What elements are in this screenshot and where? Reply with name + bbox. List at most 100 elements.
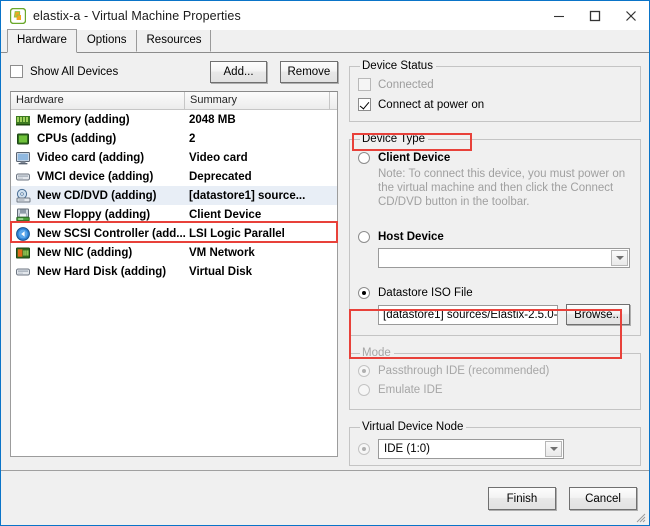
table-row[interactable]: Video card (adding) Video card [11, 148, 337, 167]
hardware-summary: [datastore1] source... [189, 189, 306, 202]
browse-button[interactable]: Browse... [566, 304, 630, 325]
hardware-summary: LSI Logic Parallel [189, 227, 285, 240]
table-row[interactable]: New Hard Disk (adding) Virtual Disk [11, 262, 337, 281]
virtual-device-node-radio-dot[interactable] [358, 443, 370, 455]
datastore-iso-radio[interactable]: Datastore ISO File [358, 287, 632, 299]
table-row[interactable]: New Floppy (adding) Client Device [11, 205, 337, 224]
connected-box [358, 78, 371, 91]
hardware-summary: VM Network [189, 246, 255, 259]
table-row[interactable]: New NIC (adding) VM Network [11, 243, 337, 262]
hardware-list-header: Hardware Summary [11, 92, 337, 110]
hardware-name: Memory (adding) [37, 113, 130, 126]
virtual-device-node-dropdown[interactable]: IDE (1:0) [378, 439, 564, 459]
table-row[interactable]: Memory (adding) 2048 MB [11, 110, 337, 129]
tab-strip: Hardware Options Resources [1, 29, 649, 53]
content-area: Show All Devices Add... Remove Hardware … [1, 53, 649, 471]
hardware-name: New SCSI Controller (add... [37, 227, 186, 240]
minimize-icon[interactable] [541, 1, 577, 30]
hardware-summary: Client Device [189, 208, 262, 221]
hardware-toolbar: Show All Devices Add... Remove [10, 60, 338, 83]
device-status-legend: Device Status [362, 60, 433, 72]
mode-legend: Mode [362, 347, 391, 359]
hardware-name: VMCI device (adding) [37, 170, 154, 183]
client-device-label: Client Device [378, 152, 451, 164]
show-all-devices-label: Show All Devices [30, 65, 119, 78]
datastore-iso-row: [datastore1] sources/Elastix-2.5.0-S Bro… [378, 304, 630, 325]
host-device-dropdown[interactable] [378, 248, 630, 268]
virtual-device-node-value: IDE (1:0) [384, 443, 431, 455]
hardware-name: Video card (adding) [37, 151, 145, 164]
connected-label: Connected [378, 78, 434, 91]
virtual-device-node-row[interactable]: IDE (1:0) [358, 439, 632, 459]
column-header-summary[interactable]: Summary [185, 92, 330, 109]
hardware-name: New CD/DVD (adding) [37, 189, 157, 202]
show-all-devices-box[interactable] [10, 65, 23, 78]
emulate-ide-label: Emulate IDE [378, 384, 443, 396]
datastore-iso-path-field[interactable]: [datastore1] sources/Elastix-2.5.0-S [378, 304, 559, 325]
hardware-panel: Show All Devices Add... Remove Hardware … [10, 60, 338, 457]
device-settings-panel: Device Status Connected Connect at power… [349, 60, 641, 477]
client-device-note: Note: To connect this device, you must p… [378, 168, 626, 208]
title-bar: elastix-a - Virtual Machine Properties [1, 1, 649, 30]
window-title: elastix-a - Virtual Machine Properties [33, 8, 241, 23]
table-row[interactable]: VMCI device (adding) Deprecated [11, 167, 337, 186]
hard-disk-icon [15, 264, 31, 280]
virtual-machine-properties-window: elastix-a - Virtual Machine Properties H… [0, 0, 650, 526]
client-device-radio-dot[interactable] [358, 152, 370, 164]
host-device-radio-dot[interactable] [358, 231, 370, 243]
passthrough-ide-label: Passthrough IDE (recommended) [378, 365, 550, 377]
tab-options[interactable]: Options [76, 29, 137, 52]
virtual-device-node-group: Virtual Device Node IDE (1:0) [349, 421, 641, 466]
connected-checkbox: Connected [358, 78, 632, 91]
floppy-drive-icon [15, 207, 31, 223]
emulate-ide-radio: Emulate IDE [358, 384, 632, 396]
hardware-name: CPUs (adding) [37, 132, 117, 145]
dialog-footer: Finish Cancel [1, 471, 649, 525]
hardware-summary: 2048 MB [189, 113, 236, 126]
vsphere-app-icon [9, 7, 27, 24]
add-button[interactable]: Add... [210, 60, 267, 83]
table-row[interactable]: New SCSI Controller (add... LSI Logic Pa… [11, 224, 337, 243]
connect-at-power-on-box[interactable] [358, 98, 371, 111]
passthrough-ide-radio-dot [358, 365, 370, 377]
memory-icon [15, 112, 31, 128]
network-adapter-icon [15, 245, 31, 261]
passthrough-ide-radio: Passthrough IDE (recommended) [358, 365, 632, 377]
device-type-group: Device Type Client Device Note: To conne… [349, 133, 641, 336]
chevron-down-icon[interactable] [545, 441, 562, 457]
device-type-legend: Device Type [362, 133, 426, 145]
table-row[interactable]: CPUs (adding) 2 [11, 129, 337, 148]
cd-dvd-drive-icon [15, 188, 31, 204]
window-controls [541, 1, 649, 30]
table-row-new-cd-dvd[interactable]: New CD/DVD (adding) [datastore1] source.… [11, 186, 337, 205]
connect-at-power-on-checkbox[interactable]: Connect at power on [358, 98, 632, 111]
show-all-devices-checkbox[interactable]: Show All Devices [10, 65, 118, 78]
video-card-icon [15, 150, 31, 166]
cancel-button[interactable]: Cancel [569, 487, 637, 510]
column-header-filler [330, 92, 337, 109]
maximize-icon[interactable] [577, 1, 613, 30]
column-header-hardware[interactable]: Hardware [11, 92, 185, 109]
vmci-device-icon [15, 169, 31, 185]
tab-hardware[interactable]: Hardware [7, 29, 77, 53]
virtual-device-node-legend: Virtual Device Node [362, 421, 464, 433]
hardware-summary: 2 [189, 132, 196, 145]
hardware-summary: Virtual Disk [189, 265, 253, 278]
chevron-down-icon[interactable] [611, 250, 628, 266]
client-device-radio[interactable]: Client Device [358, 152, 632, 164]
hardware-summary: Video card [189, 151, 248, 164]
datastore-iso-label: Datastore ISO File [378, 287, 473, 299]
remove-button[interactable]: Remove [279, 60, 338, 83]
hardware-name: New Hard Disk (adding) [37, 265, 167, 278]
datastore-iso-radio-dot[interactable] [358, 287, 370, 299]
device-status-group: Device Status Connected Connect at power… [349, 60, 641, 122]
hardware-list[interactable]: Hardware Summary Memory (adding) 2048 MB… [10, 91, 338, 457]
finish-button[interactable]: Finish [488, 487, 556, 510]
tab-resources[interactable]: Resources [136, 29, 212, 52]
resize-grip-icon[interactable] [634, 511, 646, 523]
host-device-radio[interactable]: Host Device [358, 231, 632, 243]
cpu-icon [15, 131, 31, 147]
close-icon[interactable] [613, 1, 649, 30]
connect-at-power-on-label: Connect at power on [378, 98, 485, 111]
hardware-name: New NIC (adding) [37, 246, 133, 259]
